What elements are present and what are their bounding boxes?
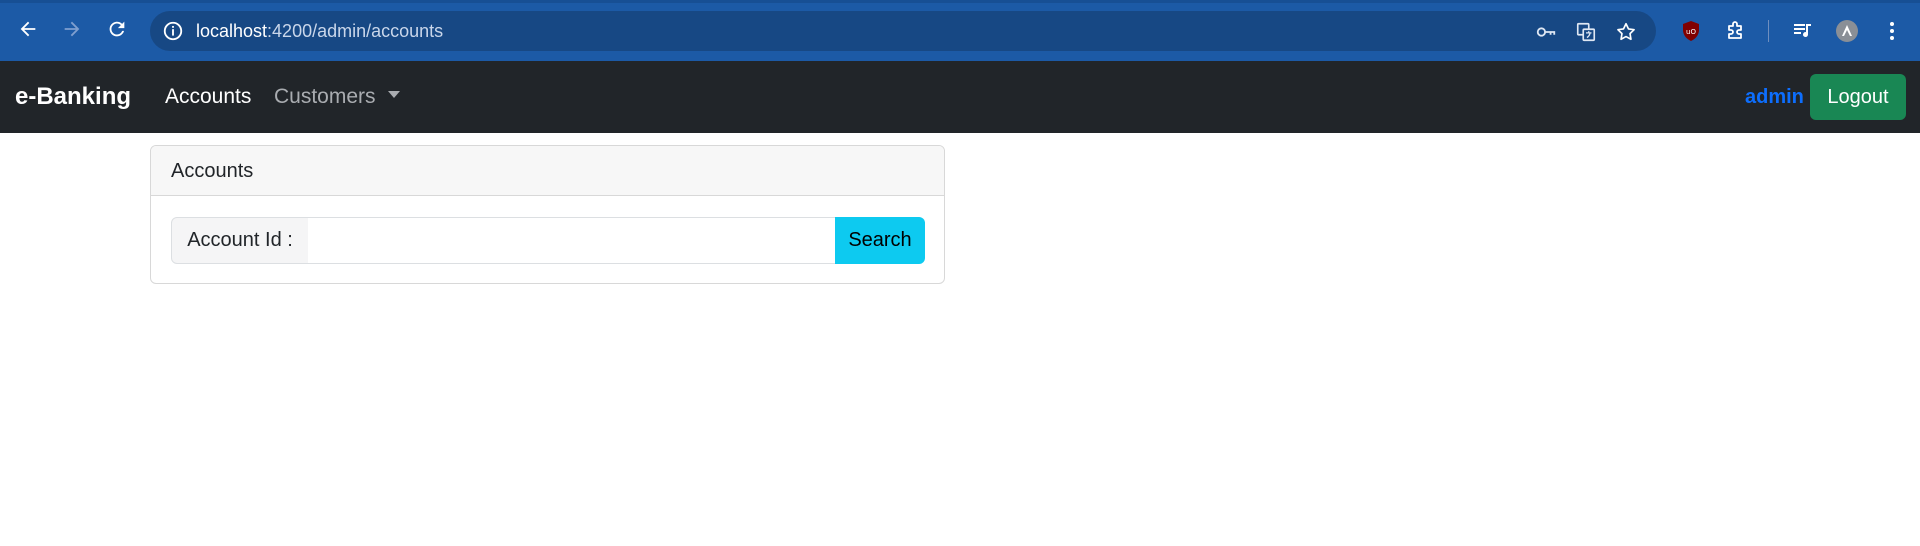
search-button[interactable]: Search	[835, 217, 925, 264]
site-info-icon[interactable]	[162, 20, 184, 42]
logout-button[interactable]: Logout	[1810, 74, 1906, 120]
password-key-icon[interactable]	[1534, 20, 1558, 44]
nav-dropdown-customers[interactable]: Customers	[274, 61, 400, 133]
url-text[interactable]: localhost:4200/admin/accounts	[196, 11, 443, 51]
brand-logo[interactable]: e-Banking	[15, 61, 131, 133]
nav-link-accounts[interactable]: Accounts	[165, 61, 251, 133]
account-search-group: Account Id : Search	[171, 217, 925, 264]
card-header: Accounts	[151, 146, 944, 196]
browser-toolbar: localhost:4200/admin/accounts uO	[0, 0, 1920, 61]
media-queue-icon[interactable]	[1789, 17, 1817, 45]
accounts-card: Accounts Account Id : Search	[150, 145, 945, 284]
translate-icon[interactable]	[1574, 20, 1598, 44]
address-bar[interactable]: localhost:4200/admin/accounts	[150, 11, 1656, 51]
account-id-label: Account Id :	[171, 217, 309, 264]
ublock-icon[interactable]: uO	[1677, 17, 1705, 45]
account-id-input[interactable]	[308, 217, 836, 264]
url-path: :4200/admin/accounts	[267, 21, 444, 41]
nav-dropdown-customers-label: Customers	[274, 85, 376, 108]
extensions-puzzle-icon[interactable]	[1722, 17, 1750, 45]
back-arrow-icon[interactable]	[12, 13, 44, 45]
forward-arrow-icon[interactable]	[56, 13, 88, 45]
profile-avatar-icon[interactable]	[1833, 17, 1861, 45]
chevron-down-icon	[387, 90, 400, 98]
more-menu-icon[interactable]	[1878, 17, 1906, 45]
url-host: localhost	[196, 21, 268, 41]
toolbar-divider	[1768, 20, 1769, 42]
tabstrip-edge	[0, 0, 1920, 3]
current-user-link[interactable]: admin	[1745, 61, 1804, 133]
svg-text:uO: uO	[1686, 28, 1696, 36]
bookmark-star-icon[interactable]	[1614, 20, 1638, 44]
card-title: Accounts	[171, 160, 254, 182]
reload-icon[interactable]	[101, 13, 133, 45]
app-navbar: e-Banking Accounts Customers admin Logou…	[0, 61, 1920, 133]
